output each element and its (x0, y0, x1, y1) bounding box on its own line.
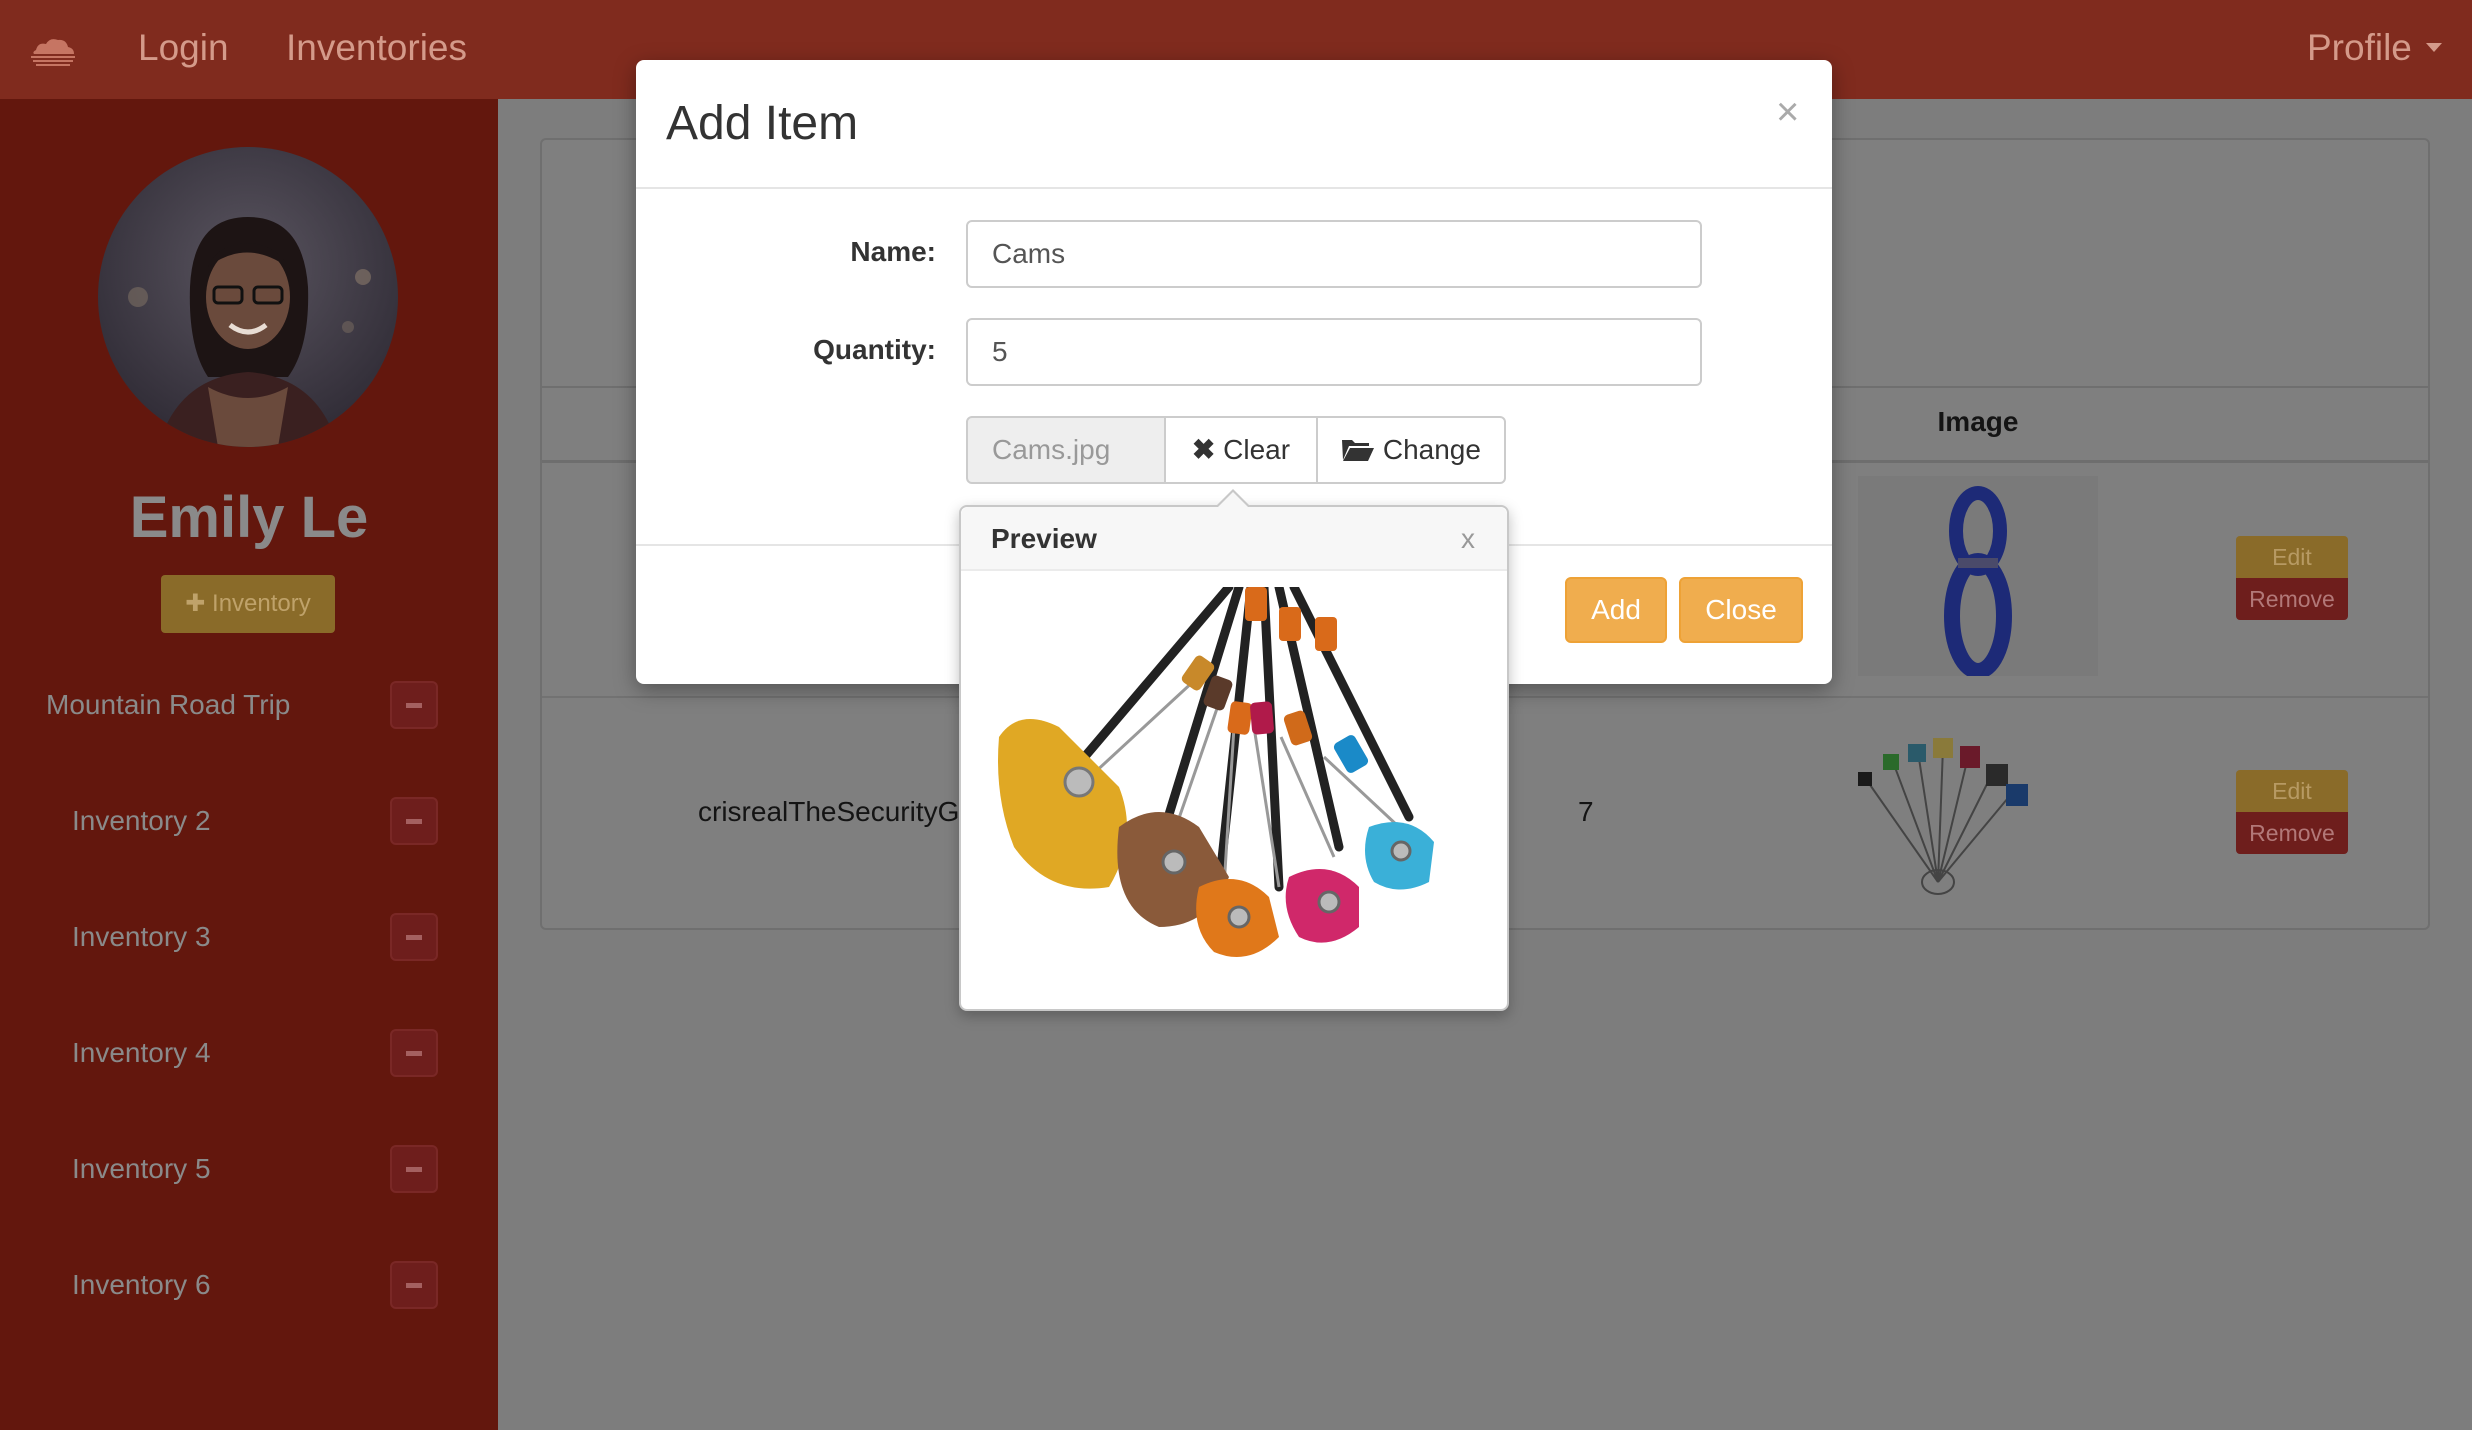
popover-arrow (1215, 489, 1251, 508)
divider (636, 187, 1832, 189)
remove-button[interactable]: Remove (2236, 812, 2348, 854)
sidebar-item-label: Inventory 6 (72, 1269, 211, 1300)
popover-header: Preview x (961, 507, 1507, 571)
sidebar-item-inventory-4[interactable]: Inventory 4 (0, 1023, 498, 1083)
avatar (98, 147, 398, 447)
sidebar-item-inventory-6[interactable]: Inventory 6 (0, 1255, 498, 1315)
nav-profile-dropdown[interactable]: Profile (2307, 0, 2442, 99)
sidebar: Emily Le ✚ Inventory Mountain Road Trip … (0, 99, 498, 1430)
rope-thumbnail (1858, 476, 2098, 676)
nav-login-link[interactable]: Login (138, 0, 229, 99)
preview-popover: Preview x (959, 489, 1509, 1011)
quantity-field[interactable] (966, 318, 1702, 386)
nav-inventories-link[interactable]: Inventories (286, 0, 467, 99)
change-label: Change (1382, 434, 1481, 465)
minus-icon[interactable] (390, 1145, 438, 1193)
clear-file-button[interactable]: ✖ Clear (1164, 416, 1318, 484)
sidebar-item-inventory-3[interactable]: Inventory 3 (0, 907, 498, 967)
add-inventory-button[interactable]: ✚ Inventory (161, 575, 335, 633)
cams-preview-image (998, 587, 1434, 957)
item-name-cell: crisrealTheSecurityG (698, 796, 960, 827)
folder-open-icon (1342, 439, 1375, 461)
clear-label: Clear (1223, 434, 1291, 465)
remove-button[interactable]: Remove (2236, 578, 2348, 620)
caret-down-icon (2425, 42, 2442, 52)
sidebar-item-mountain-road-trip[interactable]: Mountain Road Trip (0, 675, 498, 735)
close-icon[interactable]: x (1461, 523, 1475, 555)
sidebar-item-inventory-5[interactable]: Inventory 5 (0, 1139, 498, 1199)
add-button[interactable]: Add (1565, 577, 1667, 643)
sidebar-item-label: Inventory 2 (72, 805, 211, 836)
minus-icon[interactable] (390, 1029, 438, 1077)
item-quantity-cell: 7 (1578, 796, 1594, 827)
minus-icon[interactable] (390, 1261, 438, 1309)
file-name-field[interactable]: Cams.jpg (966, 416, 1166, 484)
minus-icon[interactable] (390, 913, 438, 961)
close-icon: ✖ (1191, 434, 1216, 465)
user-name: Emily Le (129, 485, 369, 550)
quantity-label: Quantity: (813, 334, 936, 365)
edit-button[interactable]: Edit (2236, 536, 2348, 578)
edit-button[interactable]: Edit (2236, 770, 2348, 812)
close-icon[interactable]: × (1776, 90, 1799, 135)
cloud-logo-icon[interactable] (28, 36, 78, 66)
plus-icon: ✚ (185, 590, 206, 617)
sidebar-item-label: Inventory 4 (72, 1037, 211, 1068)
change-file-button[interactable]: Change (1316, 416, 1506, 484)
cams-thumbnail (1858, 738, 2028, 895)
sidebar-item-label: Inventory 3 (72, 921, 211, 952)
name-label: Name: (850, 236, 936, 267)
sidebar-item-label: Mountain Road Trip (46, 689, 291, 720)
sidebar-item-inventory-2[interactable]: Inventory 2 (0, 791, 498, 851)
name-field[interactable] (966, 220, 1702, 288)
popover-title: Preview (991, 523, 1097, 554)
minus-icon[interactable] (390, 797, 438, 845)
minus-icon[interactable] (390, 681, 438, 729)
modal-title: Add Item (666, 97, 859, 150)
sidebar-item-label: Inventory 5 (72, 1153, 211, 1184)
add-inventory-label: Inventory (212, 590, 311, 617)
close-button[interactable]: Close (1679, 577, 1803, 643)
column-header-image: Image (1937, 406, 2019, 437)
nav-profile-label: Profile (2307, 27, 2412, 68)
